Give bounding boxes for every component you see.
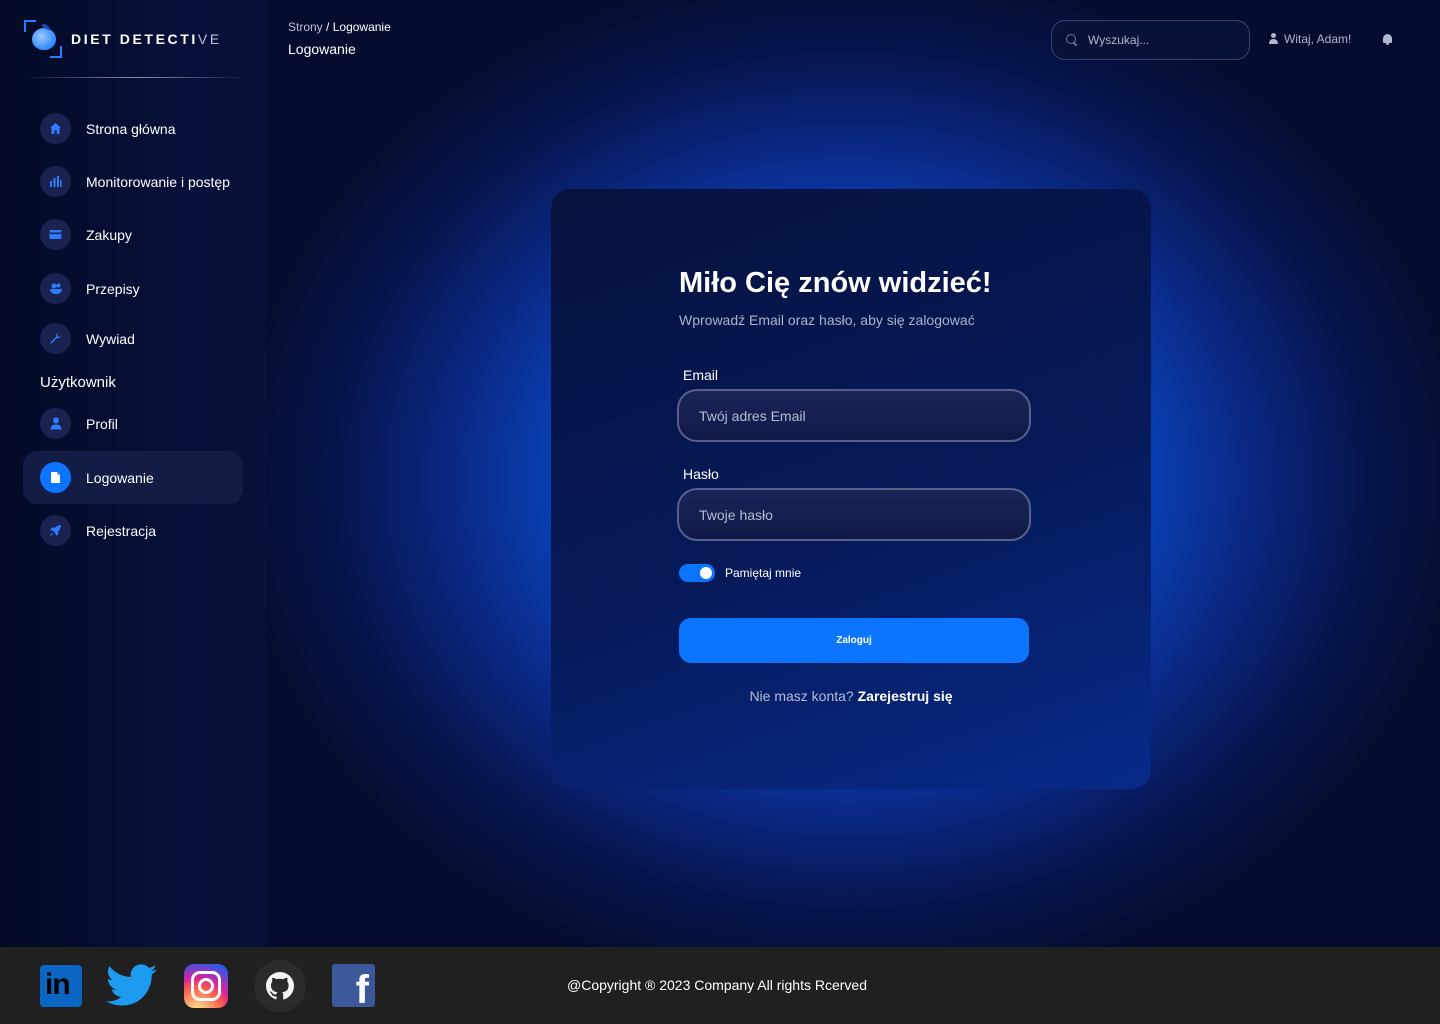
password-label: Hasło xyxy=(683,466,719,482)
sidebar-item-shopping[interactable]: Zakupy xyxy=(23,208,243,261)
toggle-knob xyxy=(700,567,712,579)
linkedin-icon[interactable]: in xyxy=(39,964,83,1008)
document-icon xyxy=(40,462,71,493)
home-icon xyxy=(40,113,71,144)
email-input[interactable] xyxy=(699,407,999,424)
password-input[interactable] xyxy=(699,506,999,523)
twitter-icon[interactable] xyxy=(105,964,158,1008)
sidebar-item-label: Wywiad xyxy=(86,330,135,347)
user-greeting[interactable]: Witaj, Adam! xyxy=(1268,32,1351,46)
signup-link[interactable]: Zarejestruj się xyxy=(858,688,953,704)
wrench-icon xyxy=(40,323,71,354)
breadcrumb-current: Logowanie xyxy=(332,20,391,34)
sidebar-section-title: Użytkownik xyxy=(40,374,116,391)
sidebar-item-label: Zakupy xyxy=(86,226,132,243)
sidebar-item-label: Rejestracja xyxy=(86,522,157,539)
bell-icon[interactable] xyxy=(1382,34,1393,46)
search-input[interactable] xyxy=(1088,33,1238,47)
remember-toggle[interactable] xyxy=(679,564,715,582)
brand-name: DIET DETECTIVE xyxy=(71,31,222,47)
card-icon xyxy=(40,219,71,250)
facebook-icon[interactable]: f xyxy=(332,964,376,1008)
apple-logo-icon xyxy=(24,20,62,58)
search-box[interactable] xyxy=(1051,20,1250,60)
sidebar-item-interview[interactable]: Wywiad xyxy=(23,312,243,365)
sidebar-item-label: Monitorowanie i postęp xyxy=(86,173,230,190)
sidebar-item-home[interactable]: Strona główna xyxy=(23,102,243,155)
sidebar-divider xyxy=(24,77,250,78)
signup-text: Nie masz konta? xyxy=(749,688,854,704)
remember-label: Pamiętaj mnie xyxy=(725,566,802,580)
login-card: Miło Cię znów widzieć! Wprowadź Email or… xyxy=(551,189,1151,789)
breadcrumb-root[interactable]: Strony xyxy=(288,20,323,34)
breadcrumb: Strony / Logowanie xyxy=(288,20,391,34)
sidebar-item-register[interactable]: Rejestracja xyxy=(23,504,243,557)
login-subtitle: Wprowadź Email oraz hasło, aby się zalog… xyxy=(679,312,975,328)
email-label: Email xyxy=(683,367,719,383)
sidebar: DIET DETECTIVE Strona główna Monitorowan… xyxy=(0,0,266,947)
sidebar-item-label: Przepisy xyxy=(86,280,140,297)
email-field[interactable] xyxy=(677,389,1031,442)
instagram-icon[interactable] xyxy=(184,964,228,1008)
search-icon xyxy=(1066,34,1078,46)
greeting-text: Witaj, Adam! xyxy=(1284,32,1352,46)
main-background: DIET DETECTIVE Strona główna Monitorowan… xyxy=(0,0,1440,947)
footer: in f @Copyright ® 2023 Company All right… xyxy=(0,947,1440,1024)
sidebar-item-monitoring[interactable]: Monitorowanie i postęp xyxy=(23,155,243,208)
sidebar-item-label: Profil xyxy=(86,415,118,432)
github-icon[interactable] xyxy=(254,960,306,1012)
page-title: Logowanie xyxy=(288,41,356,57)
food-icon xyxy=(40,273,71,304)
user-icon xyxy=(40,408,71,439)
sidebar-item-label: Logowanie xyxy=(86,469,154,486)
breadcrumb-separator: / xyxy=(326,20,330,34)
brand-logo[interactable]: DIET DETECTIVE xyxy=(24,20,222,58)
chart-icon xyxy=(40,166,71,197)
user-icon xyxy=(1268,33,1279,45)
copyright-text: @Copyright ® 2023 Company All rights Rce… xyxy=(567,977,867,993)
login-button[interactable]: Zaloguj xyxy=(679,618,1029,663)
sidebar-item-label: Strona główna xyxy=(86,120,176,137)
sidebar-item-login[interactable]: Logowanie xyxy=(23,451,243,504)
rocket-icon xyxy=(40,515,71,546)
password-field[interactable] xyxy=(677,488,1031,541)
login-title: Miło Cię znów widzieć! xyxy=(679,267,992,299)
sidebar-item-profile[interactable]: Profil xyxy=(23,397,243,450)
signup-prompt: Nie masz konta? Zarejestruj się xyxy=(551,688,1151,704)
sidebar-item-recipes[interactable]: Przepisy xyxy=(23,262,243,315)
